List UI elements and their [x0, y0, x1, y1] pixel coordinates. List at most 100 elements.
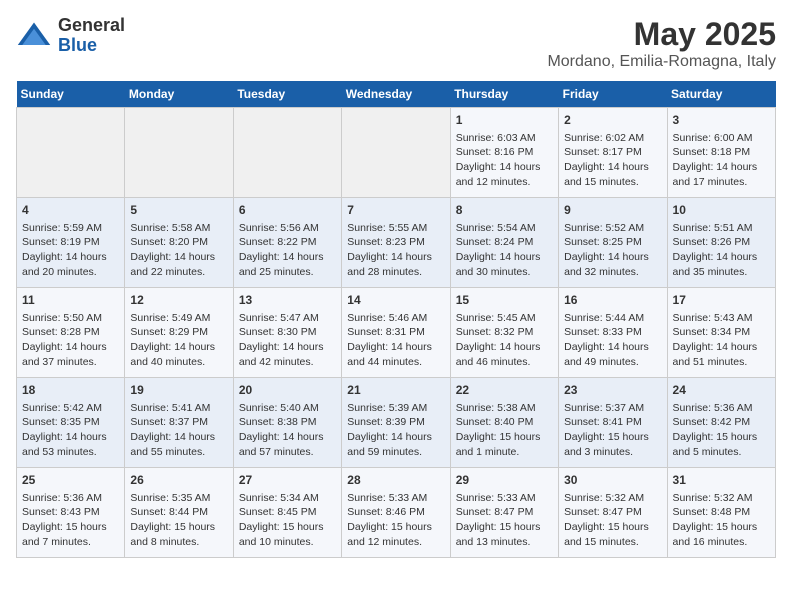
day-info: Sunrise: 5:55 AM Sunset: 8:23 PM Dayligh…	[347, 222, 432, 278]
calendar-cell: 15 Sunrise: 5:45 AM Sunset: 8:32 PM Dayli…	[450, 288, 558, 378]
day-number: 31	[673, 472, 770, 489]
day-info: Sunrise: 5:32 AM Sunset: 8:48 PM Dayligh…	[673, 492, 758, 548]
day-info: Sunrise: 5:58 AM Sunset: 8:20 PM Dayligh…	[130, 222, 215, 278]
day-number: 27	[239, 472, 336, 489]
calendar-cell	[233, 108, 341, 198]
day-info: Sunrise: 5:41 AM Sunset: 8:37 PM Dayligh…	[130, 402, 215, 458]
day-number: 22	[456, 382, 553, 399]
day-number: 7	[347, 202, 444, 219]
day-number: 28	[347, 472, 444, 489]
calendar-cell: 22 Sunrise: 5:38 AM Sunset: 8:40 PM Dayli…	[450, 378, 558, 468]
day-number: 30	[564, 472, 661, 489]
calendar-cell	[17, 108, 125, 198]
calendar-cell: 8Sunrise: 5:54 AM Sunset: 8:24 PM Daylig…	[450, 198, 558, 288]
day-info: Sunrise: 5:38 AM Sunset: 8:40 PM Dayligh…	[456, 402, 541, 458]
day-info: Sunrise: 5:47 AM Sunset: 8:30 PM Dayligh…	[239, 312, 324, 368]
calendar-cell: 27 Sunrise: 5:34 AM Sunset: 8:45 PM Dayli…	[233, 468, 341, 558]
day-number: 12	[130, 292, 227, 309]
calendar-cell: 30 Sunrise: 5:32 AM Sunset: 8:47 PM Dayli…	[559, 468, 667, 558]
day-number: 1	[456, 112, 553, 129]
day-info: Sunrise: 5:34 AM Sunset: 8:45 PM Dayligh…	[239, 492, 324, 548]
day-info: Sunrise: 5:54 AM Sunset: 8:24 PM Dayligh…	[456, 222, 541, 278]
calendar-cell: 23Sunrise: 5:37 AM Sunset: 8:41 PM Dayli…	[559, 378, 667, 468]
day-number: 2	[564, 112, 661, 129]
day-info: Sunrise: 5:37 AM Sunset: 8:41 PM Dayligh…	[564, 402, 649, 458]
calendar-cell: 12 Sunrise: 5:49 AM Sunset: 8:29 PM Dayli…	[125, 288, 233, 378]
calendar-cell: 6Sunrise: 5:56 AM Sunset: 8:22 PM Daylig…	[233, 198, 341, 288]
logo-general: General	[58, 15, 125, 35]
day-number: 6	[239, 202, 336, 219]
calendar-cell: 21Sunrise: 5:39 AM Sunset: 8:39 PM Dayli…	[342, 378, 450, 468]
day-info: Sunrise: 6:02 AM Sunset: 8:17 PM Dayligh…	[564, 132, 649, 188]
calendar-week-row: 11Sunrise: 5:50 AM Sunset: 8:28 PM Dayli…	[17, 288, 776, 378]
weekday-header: Wednesday	[342, 81, 450, 108]
calendar-cell	[342, 108, 450, 198]
logo: General Blue	[16, 16, 125, 56]
weekday-header: Friday	[559, 81, 667, 108]
day-number: 20	[239, 382, 336, 399]
day-number: 5	[130, 202, 227, 219]
subtitle: Mordano, Emilia-Romagna, Italy	[547, 53, 776, 71]
day-info: Sunrise: 5:35 AM Sunset: 8:44 PM Dayligh…	[130, 492, 215, 548]
day-info: Sunrise: 5:50 AM Sunset: 8:28 PM Dayligh…	[22, 312, 107, 368]
day-info: Sunrise: 5:44 AM Sunset: 8:33 PM Dayligh…	[564, 312, 649, 368]
calendar-cell: 2 Sunrise: 6:02 AM Sunset: 8:17 PM Daylig…	[559, 108, 667, 198]
calendar-cell: 26 Sunrise: 5:35 AM Sunset: 8:44 PM Dayli…	[125, 468, 233, 558]
calendar-cell: 24Sunrise: 5:36 AM Sunset: 8:42 PM Dayli…	[667, 378, 775, 468]
calendar-cell: 7 Sunrise: 5:55 AM Sunset: 8:23 PM Daylig…	[342, 198, 450, 288]
calendar-cell: 25 Sunrise: 5:36 AM Sunset: 8:43 PM Dayli…	[17, 468, 125, 558]
calendar-cell: 31 Sunrise: 5:32 AM Sunset: 8:48 PM Dayli…	[667, 468, 775, 558]
calendar-cell	[125, 108, 233, 198]
calendar-table: SundayMondayTuesdayWednesdayThursdayFrid…	[16, 81, 776, 558]
calendar-cell: 11Sunrise: 5:50 AM Sunset: 8:28 PM Dayli…	[17, 288, 125, 378]
day-info: Sunrise: 5:36 AM Sunset: 8:43 PM Dayligh…	[22, 492, 107, 548]
weekday-header: Saturday	[667, 81, 775, 108]
weekday-header: Thursday	[450, 81, 558, 108]
weekday-header-row: SundayMondayTuesdayWednesdayThursdayFrid…	[17, 81, 776, 108]
logo-text: General Blue	[58, 16, 125, 56]
day-info: Sunrise: 5:51 AM Sunset: 8:26 PM Dayligh…	[673, 222, 758, 278]
day-info: Sunrise: 5:52 AM Sunset: 8:25 PM Dayligh…	[564, 222, 649, 278]
day-info: Sunrise: 5:46 AM Sunset: 8:31 PM Dayligh…	[347, 312, 432, 368]
calendar-cell: 16 Sunrise: 5:44 AM Sunset: 8:33 PM Dayli…	[559, 288, 667, 378]
day-info: Sunrise: 5:43 AM Sunset: 8:34 PM Dayligh…	[673, 312, 758, 368]
day-number: 3	[673, 112, 770, 129]
day-info: Sunrise: 5:33 AM Sunset: 8:46 PM Dayligh…	[347, 492, 432, 548]
day-number: 15	[456, 292, 553, 309]
calendar-week-row: 18Sunrise: 5:42 AM Sunset: 8:35 PM Dayli…	[17, 378, 776, 468]
day-number: 13	[239, 292, 336, 309]
day-info: Sunrise: 5:45 AM Sunset: 8:32 PM Dayligh…	[456, 312, 541, 368]
title-area: May 2025 Mordano, Emilia-Romagna, Italy	[547, 16, 776, 71]
day-number: 21	[347, 382, 444, 399]
logo-blue: Blue	[58, 35, 97, 55]
day-info: Sunrise: 5:49 AM Sunset: 8:29 PM Dayligh…	[130, 312, 215, 368]
day-info: Sunrise: 5:32 AM Sunset: 8:47 PM Dayligh…	[564, 492, 649, 548]
day-number: 29	[456, 472, 553, 489]
day-number: 16	[564, 292, 661, 309]
day-number: 9	[564, 202, 661, 219]
day-info: Sunrise: 6:00 AM Sunset: 8:18 PM Dayligh…	[673, 132, 758, 188]
calendar-cell: 19 Sunrise: 5:41 AM Sunset: 8:37 PM Dayli…	[125, 378, 233, 468]
day-info: Sunrise: 5:42 AM Sunset: 8:35 PM Dayligh…	[22, 402, 107, 458]
calendar-cell: 4Sunrise: 5:59 AM Sunset: 8:19 PM Daylig…	[17, 198, 125, 288]
day-number: 19	[130, 382, 227, 399]
calendar-cell: 10 Sunrise: 5:51 AM Sunset: 8:26 PM Dayli…	[667, 198, 775, 288]
main-title: May 2025	[547, 16, 776, 53]
calendar-week-row: 25 Sunrise: 5:36 AM Sunset: 8:43 PM Dayli…	[17, 468, 776, 558]
calendar-cell: 5 Sunrise: 5:58 AM Sunset: 8:20 PM Daylig…	[125, 198, 233, 288]
calendar-week-row: 1 Sunrise: 6:03 AM Sunset: 8:16 PM Daylig…	[17, 108, 776, 198]
day-info: Sunrise: 5:33 AM Sunset: 8:47 PM Dayligh…	[456, 492, 541, 548]
calendar-cell: 1 Sunrise: 6:03 AM Sunset: 8:16 PM Daylig…	[450, 108, 558, 198]
day-number: 25	[22, 472, 119, 489]
day-number: 10	[673, 202, 770, 219]
day-number: 24	[673, 382, 770, 399]
day-number: 26	[130, 472, 227, 489]
calendar-cell: 3 Sunrise: 6:00 AM Sunset: 8:18 PM Daylig…	[667, 108, 775, 198]
day-number: 17	[673, 292, 770, 309]
weekday-header: Monday	[125, 81, 233, 108]
calendar-cell: 18Sunrise: 5:42 AM Sunset: 8:35 PM Dayli…	[17, 378, 125, 468]
day-number: 14	[347, 292, 444, 309]
day-info: Sunrise: 6:03 AM Sunset: 8:16 PM Dayligh…	[456, 132, 541, 188]
day-number: 4	[22, 202, 119, 219]
calendar-cell: 9 Sunrise: 5:52 AM Sunset: 8:25 PM Daylig…	[559, 198, 667, 288]
